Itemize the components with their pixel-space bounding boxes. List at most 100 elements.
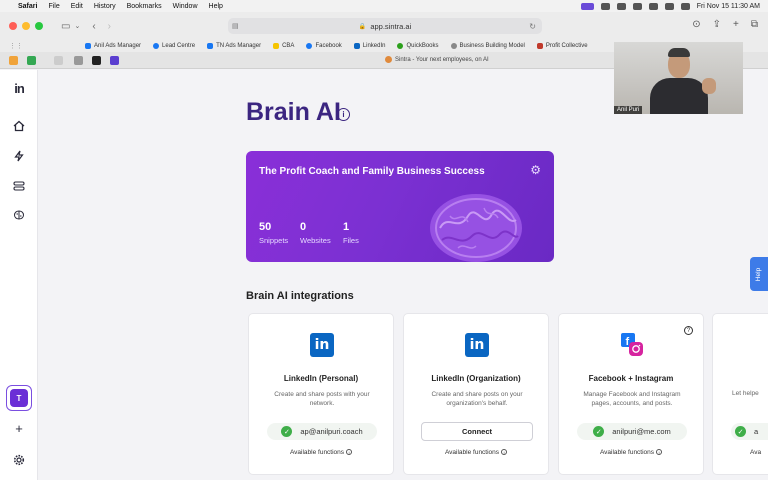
status-icon[interactable]: [632, 2, 642, 10]
stat-websites[interactable]: 0 Websites: [300, 221, 331, 245]
sidebar-toggle-icon[interactable]: ▭: [61, 21, 70, 32]
status-icon[interactable]: [600, 2, 610, 10]
workspace-avatar[interactable]: T: [6, 385, 32, 411]
zoom-window-button[interactable]: [35, 22, 43, 30]
cloud-icon[interactable]: [616, 2, 626, 10]
brain-summary-card[interactable]: The Profit Coach and Family Business Suc…: [246, 151, 554, 262]
tab-overview-icon[interactable]: ⧉: [751, 19, 758, 30]
meta-icon: [85, 43, 91, 49]
pinned-tab-icon[interactable]: [92, 55, 101, 65]
pinned-tab-icon[interactable]: [27, 55, 36, 65]
lock-icon: 🔒: [358, 23, 367, 30]
menu-clock[interactable]: Fri Nov 15 11:30 AM: [697, 3, 760, 10]
bookmark-label: Facebook: [315, 43, 342, 49]
home-icon[interactable]: [10, 118, 28, 134]
connected-account: a: [754, 427, 759, 436]
bookmarks-grid-icon[interactable]: ⋮⋮: [9, 42, 23, 50]
check-icon: ✓: [593, 426, 605, 437]
chevron-down-icon[interactable]: ⌄: [74, 22, 80, 30]
stat-files[interactable]: 1 Files: [343, 221, 359, 245]
gear-icon[interactable]: [10, 452, 28, 468]
info-icon: i: [346, 449, 353, 456]
gear-icon[interactable]: ⚙: [530, 163, 541, 177]
connected-account-pill[interactable]: ✓ anilpuri@me.com: [577, 423, 687, 440]
bookmark-facebook[interactable]: Facebook: [306, 43, 342, 49]
add-workspace-button[interactable]: +: [10, 420, 28, 436]
close-window-button[interactable]: [9, 22, 17, 30]
bookmark-label: TN Ads Manager: [216, 43, 262, 49]
help-circle-icon[interactable]: ?: [684, 326, 693, 335]
back-icon[interactable]: ‹: [92, 21, 95, 32]
available-functions-label: Available functions: [444, 449, 500, 456]
bookmark-lead-centre[interactable]: Lead Centre: [153, 43, 195, 49]
svg-text:f: f: [626, 336, 630, 348]
active-tab[interactable]: Sintra - Your next employees, on AI: [385, 56, 489, 63]
available-functions-link[interactable]: Available functions i: [559, 449, 703, 456]
bookmark-label: Anil Ads Manager: [94, 43, 142, 49]
connected-account: ap@anilpuri.coach: [300, 427, 363, 436]
bookmark-label: Lead Centre: [162, 43, 196, 49]
share-icon[interactable]: ⇪: [713, 19, 721, 30]
integration-description: Create and share posts on your organizat…: [431, 391, 523, 407]
stat-label: Files: [343, 236, 359, 245]
address-bar[interactable]: ▤ 🔒 app.sintra.ai ↻: [228, 18, 542, 34]
available-functions-link[interactable]: Ava: [750, 449, 761, 456]
connected-account-pill[interactable]: ✓ a: [731, 423, 768, 440]
bookmark-quickbooks[interactable]: QuickBooks: [397, 43, 439, 49]
available-functions-link[interactable]: Available functions i: [249, 449, 393, 456]
connected-account-pill[interactable]: ✓ ap@anilpuri.coach: [267, 423, 377, 440]
pinned-tab-icon[interactable]: [74, 55, 83, 65]
menu-bookmarks[interactable]: Bookmarks: [127, 3, 162, 10]
bookmark-profit-collective[interactable]: Profit Collective: [536, 43, 588, 49]
integration-description: Let helpe: [732, 390, 759, 397]
integration-name: LinkedIn (Personal): [283, 374, 359, 383]
integration-card-linkedin-personal[interactable]: in LinkedIn (Personal) Create and share …: [248, 313, 394, 475]
sliders-icon[interactable]: [10, 178, 28, 194]
menu-file[interactable]: File: [48, 3, 59, 10]
bookmark-anil-ads-manager[interactable]: Anil Ads Manager: [85, 43, 141, 49]
bookmark-business-building-model[interactable]: Business Building Model: [450, 43, 525, 49]
page-menu-icon[interactable]: ▤: [232, 22, 239, 30]
stat-snippets[interactable]: 50 Snippets: [259, 221, 288, 245]
integration-card-facebook-instagram[interactable]: ? f Facebook + Instagram Manage Facebook…: [558, 313, 704, 475]
bookmark-tn-ads-manager[interactable]: TN Ads Manager: [207, 43, 261, 49]
help-button[interactable]: Help: [750, 257, 768, 291]
bookmark-linkedin[interactable]: LinkedIn: [353, 43, 386, 49]
screen-record-icon[interactable]: [580, 2, 594, 10]
menu-history[interactable]: History: [94, 3, 116, 10]
brain-icon[interactable]: [10, 207, 28, 223]
minimize-window-button[interactable]: [22, 22, 30, 30]
available-functions-link[interactable]: Available functions i: [404, 449, 548, 456]
tab-title-text: Sintra - Your next employees, on AI: [395, 56, 489, 63]
pinned-tab-icon[interactable]: [110, 55, 119, 65]
connected-account: anilpuri@me.com: [612, 427, 671, 436]
integration-card-linkedin-organization[interactable]: in LinkedIn (Organization) Create and sh…: [403, 313, 549, 475]
profit-collective-icon: [536, 43, 543, 49]
bookmark-label: LinkedIn: [362, 43, 386, 49]
menu-edit[interactable]: Edit: [71, 3, 83, 10]
info-icon[interactable]: i: [337, 108, 350, 121]
presenter-hair: [668, 48, 690, 57]
menu-app-name[interactable]: Safari: [18, 3, 37, 10]
bookmark-cba[interactable]: CBA: [273, 43, 294, 49]
downloads-icon[interactable]: ⊙: [692, 19, 700, 30]
play-icon[interactable]: [648, 2, 658, 10]
connect-button[interactable]: Connect: [421, 422, 533, 441]
stat-label: Snippets: [259, 236, 289, 245]
presenter-hand: [702, 78, 716, 94]
pinned-tab-icon[interactable]: [9, 55, 18, 65]
meta-icon: [207, 43, 214, 49]
macos-menu-bar: Safari File Edit History Bookmarks Windo…: [0, 0, 768, 12]
wifi-icon[interactable]: [664, 2, 674, 10]
forward-icon[interactable]: ›: [108, 21, 111, 32]
sintra-logo[interactable]: in: [10, 80, 28, 96]
menu-help[interactable]: Help: [209, 3, 223, 10]
menu-window[interactable]: Window: [173, 3, 198, 10]
info-icon: i: [501, 449, 508, 456]
new-tab-icon[interactable]: +: [733, 19, 739, 30]
pinned-tab-icon[interactable]: [54, 55, 63, 65]
reload-icon[interactable]: ↻: [529, 22, 536, 31]
integration-card-partial[interactable]: Let helpe ✓ a Ava: [712, 313, 768, 475]
lightning-icon[interactable]: [10, 148, 28, 164]
control-center-icon[interactable]: [680, 2, 690, 10]
